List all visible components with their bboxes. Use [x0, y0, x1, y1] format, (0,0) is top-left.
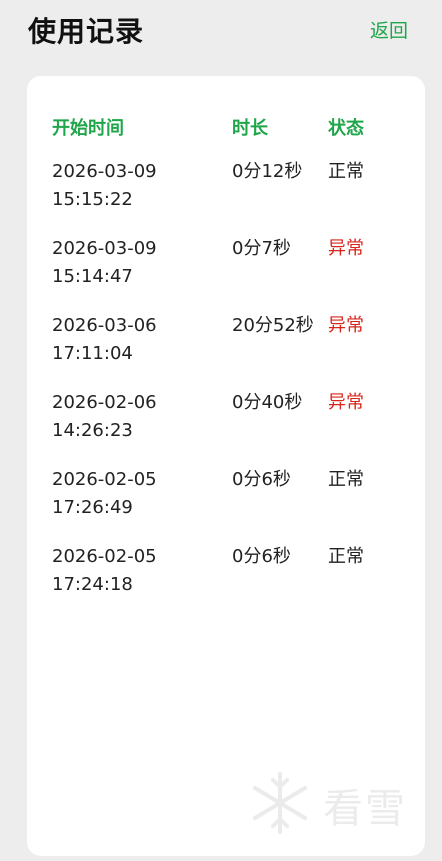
- start-time-cell: 2026-02-06 14:26:23: [52, 389, 212, 445]
- duration-cell: 20分52秒: [232, 315, 314, 336]
- start-time-cell: 2026-03-09 15:15:22: [52, 158, 212, 214]
- start-time-cell: 2026-02-05 17:24:18: [52, 543, 212, 599]
- status-abnormal: 异常: [328, 392, 364, 413]
- start-date: 2026-02-05: [52, 469, 157, 490]
- status-normal: 正常: [328, 469, 364, 490]
- table-row: 2026-03-06 17:11:04 20分52秒 异常: [27, 312, 425, 389]
- table-row: 2026-02-06 14:26:23 0分40秒 异常: [27, 389, 425, 466]
- back-button[interactable]: 返回: [370, 16, 408, 43]
- status-normal: 正常: [328, 546, 364, 567]
- start-date: 2026-03-06: [52, 315, 157, 336]
- table-row: 2026-02-05 17:24:18 0分6秒 正常: [27, 543, 425, 620]
- start-clock-time: 17:24:18: [52, 574, 133, 595]
- duration-cell: 0分40秒: [232, 392, 303, 413]
- status-abnormal: 异常: [328, 238, 364, 259]
- status-normal: 正常: [328, 161, 364, 182]
- table-row: 2026-02-05 17:26:49 0分6秒 正常: [27, 466, 425, 543]
- column-header-status: 状态: [328, 118, 364, 139]
- duration-cell: 0分7秒: [232, 238, 291, 259]
- watermark: 看雪: [245, 768, 420, 838]
- duration-cell: 0分12秒: [232, 161, 303, 182]
- page-title: 使用记录: [28, 15, 145, 48]
- start-clock-time: 15:14:47: [52, 266, 133, 287]
- usage-record-card: 开始时间 时长 状态 2026-03-09 15:15:22 0分12秒 正常 2026…: [27, 76, 425, 856]
- start-time-cell: 2026-03-06 17:11:04: [52, 312, 212, 368]
- duration-cell: 0分6秒: [232, 469, 291, 490]
- start-date: 2026-02-05: [52, 546, 157, 567]
- snowflake-icon: [253, 772, 307, 834]
- start-clock-time: 15:15:22: [52, 189, 133, 210]
- watermark-text: 看雪: [323, 786, 407, 832]
- table-row: 2026-03-09 15:15:22 0分12秒 正常: [27, 158, 425, 235]
- start-time-cell: 2026-03-09 15:14:47: [52, 235, 212, 291]
- column-header-start-time: 开始时间: [52, 118, 124, 139]
- header: 使用记录 返回: [0, 0, 442, 60]
- start-clock-time: 17:11:04: [52, 343, 133, 364]
- start-date: 2026-03-09: [52, 161, 157, 182]
- column-header-duration: 时长: [232, 118, 268, 139]
- table-row: 2026-03-09 15:14:47 0分7秒 异常: [27, 235, 425, 312]
- start-clock-time: 14:26:23: [52, 420, 133, 441]
- start-date: 2026-03-09: [52, 238, 157, 259]
- record-list: 2026-03-09 15:15:22 0分12秒 正常 2026-03-09 15:14…: [27, 158, 425, 620]
- start-date: 2026-02-06: [52, 392, 157, 413]
- start-time-cell: 2026-02-05 17:26:49: [52, 466, 212, 522]
- status-abnormal: 异常: [328, 315, 364, 336]
- duration-cell: 0分6秒: [232, 546, 291, 567]
- start-clock-time: 17:26:49: [52, 497, 133, 518]
